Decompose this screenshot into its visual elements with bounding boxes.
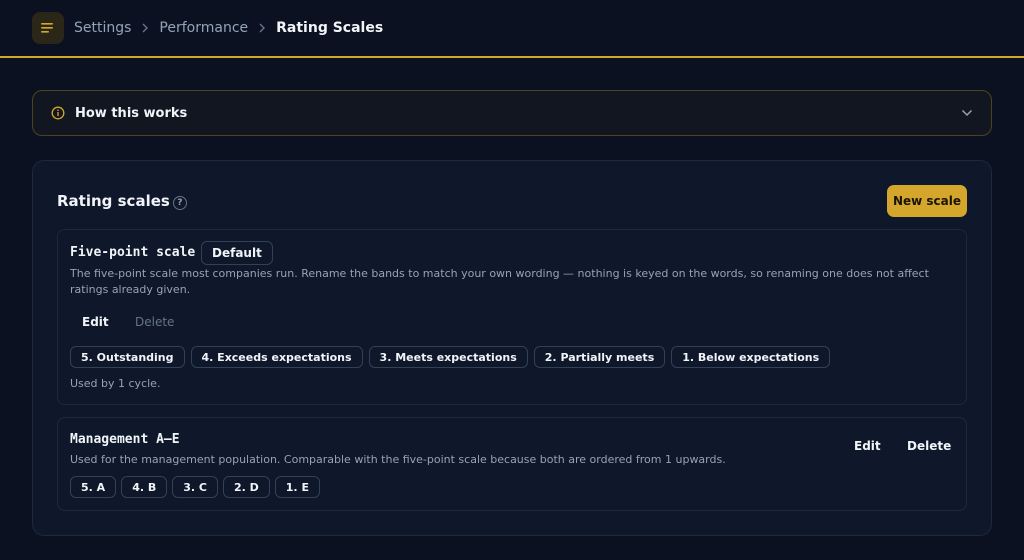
- rating-scales-heading: Rating scales: [57, 192, 170, 210]
- scale-name: Five-point scale: [70, 245, 196, 260]
- band-chip: 3. Meets expectations: [368, 346, 528, 368]
- info-icon: [51, 106, 65, 120]
- delete-button: Delete: [135, 315, 175, 329]
- usage-text: Used by 1 cycle.: [70, 377, 161, 390]
- breadcrumb-performance[interactable]: Performance: [159, 20, 248, 36]
- breadcrumb-rating-scales: Rating Scales: [276, 20, 384, 36]
- band-chip: 2. Partially meets: [533, 346, 666, 368]
- default-badge: Default: [201, 241, 273, 265]
- band-chip: 5. Outstanding: [70, 346, 185, 368]
- band-chip: 1. Below expectations: [671, 346, 831, 368]
- scale-description: The five-point scale most companies run.…: [70, 267, 929, 296]
- band-chip: 4. Exceeds expectations: [190, 346, 363, 368]
- menu-icon: [41, 22, 55, 34]
- new-scale-button[interactable]: New scale: [887, 185, 967, 217]
- chevron-right-icon: [258, 23, 266, 33]
- band-chip: 4. B: [121, 476, 168, 498]
- help-icon[interactable]: ?: [172, 195, 187, 210]
- edit-button[interactable]: Edit: [82, 315, 109, 329]
- how-this-works-accordion[interactable]: How this works: [32, 90, 992, 136]
- how-this-works-title: How this works: [75, 105, 188, 121]
- scale-card-management: Management A–E Used for the management p…: [57, 417, 967, 511]
- panel-title: Rating scales ?: [57, 192, 187, 210]
- top-bar: Settings Performance Rating Scales: [0, 0, 1024, 58]
- delete-button[interactable]: Delete: [907, 439, 951, 453]
- scale-card-five-point: Five-point scale Default The five-point …: [57, 229, 967, 405]
- band-chip: 3. C: [172, 476, 218, 498]
- chevron-right-icon: [141, 23, 149, 33]
- band-list: 5. A 4. B 3. C 2. D 1. E: [70, 476, 320, 498]
- chevron-down-icon[interactable]: [961, 106, 973, 120]
- scale-description: Used for the management population. Comp…: [70, 453, 726, 466]
- menu-button[interactable]: [32, 12, 64, 44]
- rating-scales-panel: Rating scales ? New scale Five-point sca…: [32, 160, 992, 536]
- band-chip: 1. E: [274, 476, 320, 498]
- breadcrumb-settings[interactable]: Settings: [74, 20, 131, 36]
- edit-button[interactable]: Edit: [854, 439, 881, 453]
- band-list: 5. Outstanding 4. Exceeds expectations 3…: [70, 346, 831, 368]
- breadcrumb: Settings Performance Rating Scales: [74, 18, 383, 38]
- band-chip: 5. A: [70, 476, 117, 498]
- band-chip: 2. D: [222, 476, 270, 498]
- scale-name: Management A–E: [70, 432, 180, 447]
